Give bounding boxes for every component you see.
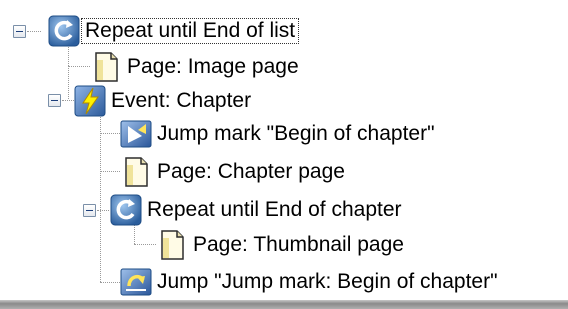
page-icon	[161, 230, 184, 260]
tree-node[interactable]: Jump mark "Begin of chapter"	[120, 117, 438, 151]
collapse-toggle[interactable]	[48, 94, 61, 107]
tree-node[interactable]: Page: Chapter page	[120, 155, 348, 189]
tree-node-label: Page: Image page	[127, 55, 299, 78]
tree-connector	[100, 282, 120, 283]
tree-connector	[68, 66, 69, 99]
tree-connector	[27, 31, 41, 32]
repeat-icon	[48, 15, 80, 47]
tree-connector	[134, 244, 156, 245]
jump-mark-icon	[120, 120, 152, 148]
tree-connector	[62, 100, 74, 101]
panel-bottom-border	[0, 300, 568, 309]
collapse-toggle[interactable]	[83, 204, 96, 217]
tree-view: Repeat until End of list Page: Image pag…	[0, 0, 568, 300]
tree-node[interactable]: Event: Chapter	[74, 84, 254, 118]
tree-connector	[97, 210, 109, 211]
tree-node-label: Jump "Jump mark: Begin of chapter"	[157, 270, 498, 293]
tree-node[interactable]: Page: Image page	[90, 50, 302, 84]
repeat-icon	[110, 194, 142, 226]
tree-node-label: Repeat until End of chapter	[147, 198, 402, 221]
tree-node-label: Page: Thumbnail page	[193, 233, 404, 256]
tree-node-label: Jump mark "Begin of chapter"	[157, 122, 435, 145]
tree-node[interactable]: Jump "Jump mark: Begin of chapter"	[120, 265, 501, 299]
tree-node-label: Page: Chapter page	[157, 160, 345, 183]
tree-node[interactable]: Repeat until End of list	[48, 14, 300, 48]
page-icon	[125, 157, 148, 187]
tree-connector	[100, 171, 120, 172]
tree-node[interactable]: Repeat until End of chapter	[110, 193, 405, 227]
tree-node[interactable]: Page: Thumbnail page	[156, 228, 407, 262]
tree-node-label: Repeat until End of list	[80, 18, 300, 44]
jump-icon	[120, 268, 152, 296]
event-icon	[74, 85, 106, 117]
tree-connector	[100, 133, 120, 134]
tree-connector	[100, 112, 101, 282]
page-icon	[95, 52, 118, 82]
tree-node-label: Event: Chapter	[111, 89, 252, 112]
collapse-toggle[interactable]	[13, 25, 26, 38]
tree-connector	[68, 66, 90, 67]
